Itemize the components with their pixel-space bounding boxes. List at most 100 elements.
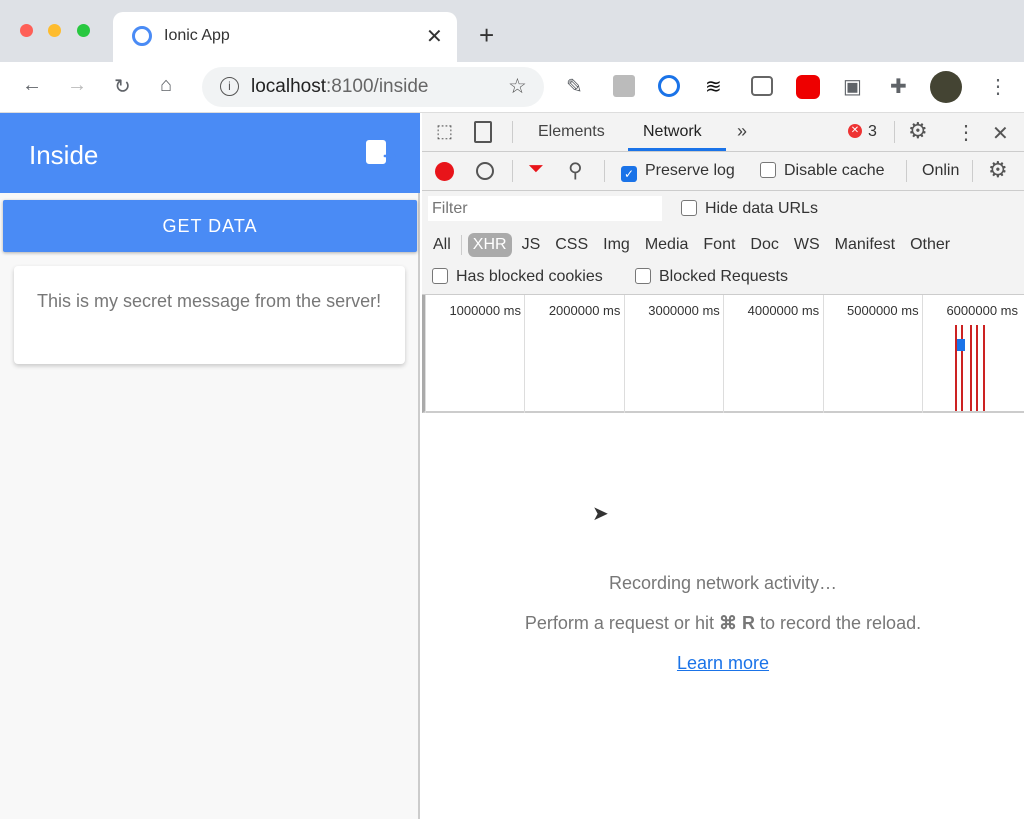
timeline-event-marker [983,325,985,411]
type-filter-doc[interactable]: Doc [745,233,783,257]
empty-state: Recording network activity… Perform a re… [422,563,1024,683]
more-options-icon[interactable]: ⋮ [956,120,976,145]
bookmark-star-icon[interactable]: ☆ [508,74,527,99]
timeline-request-bar [957,339,965,351]
divider [972,160,973,182]
forward-icon[interactable]: → [67,74,87,97]
network-toolbar: ⏷ ⚲ ✓ Preserve log Disable cache Onlin ⚙ [422,152,1024,191]
home-icon[interactable]: ⌂ [160,74,172,97]
timeline-event-marker [970,325,972,411]
reload-hint: Perform a request or hit ⌘ R to record t… [422,603,1024,643]
clear-icon[interactable] [476,162,494,180]
avatar[interactable] [930,71,962,103]
timeline-tick: 4000000 ms [723,295,822,413]
type-filter-img[interactable]: Img [598,233,635,257]
close-tab-icon[interactable]: ✕ [426,24,443,49]
ionic-favicon-icon [132,26,152,46]
extension-icon[interactable] [613,75,635,97]
active-tab-indicator [628,148,726,151]
back-icon[interactable]: ← [22,74,42,97]
new-tab-icon[interactable]: + [479,20,494,51]
timeline-tick: 5000000 ms [822,295,922,413]
filter-bar: Hide data URLs All XHRJSCSSImgMediaFontDo… [422,191,1024,295]
disable-cache-checkbox[interactable]: Disable cache [760,162,885,180]
message-card: This is my secret message from the serve… [14,266,405,364]
mouse-cursor-icon: ➤ [592,503,609,525]
extension-icon[interactable]: ✎ [566,74,583,99]
hint-text: Perform a request or hit [524,613,714,633]
hide-data-urls-label: Hide data URLs [705,200,818,217]
extensions-puzzle-icon[interactable]: ✚ [890,74,907,99]
network-settings-icon[interactable]: ⚙ [988,157,1008,183]
divider [512,160,513,182]
devtools-tab-bar: ⬚ Elements Network » ✕ 3 ⚙ ⋮ ✕ [422,113,1024,152]
type-filter-all[interactable]: All [428,233,456,257]
url-path: :8100/inside [326,76,429,97]
filter-input[interactable] [428,196,662,221]
network-overview-timeline[interactable]: 1000000 ms 2000000 ms 3000000 ms 4000000 ms… [422,295,1024,413]
maximize-window-button[interactable] [77,24,90,37]
close-devtools-icon[interactable]: ✕ [992,121,1009,146]
device-toolbar-icon[interactable] [474,121,492,143]
menu-icon[interactable]: ⋮ [988,74,1008,99]
timeline-tick: 1000000 ms [425,295,524,413]
timeline-event-marker [955,325,957,411]
close-window-button[interactable] [20,24,33,37]
adblock-icon[interactable] [796,75,820,99]
type-filter-css[interactable]: CSS [550,233,593,257]
page-title: Inside [29,140,99,170]
hint-text: to record the reload. [760,613,922,633]
timeline-event-marker [976,325,978,411]
get-data-button[interactable]: GET DATA [3,200,417,252]
browser-tab[interactable]: Ionic App ✕ [113,12,457,62]
error-count[interactable]: 3 [868,123,877,141]
has-blocked-cookies-checkbox[interactable]: Has blocked cookies [432,268,603,286]
buffer-icon[interactable]: ≋ [705,74,722,99]
error-icon[interactable]: ✕ [848,124,862,138]
preserve-log-checkbox[interactable]: ✓ Preserve log [621,162,735,182]
tab-title: Ionic App [164,27,230,44]
url-host: localhost [251,76,326,97]
tab-elements[interactable]: Elements [538,123,605,141]
app-viewport: Inside ➜ GET DATA This is my secret mess… [0,113,420,819]
tab-strip: Ionic App ✕ + [0,0,1024,62]
divider [460,235,462,255]
record-button[interactable] [435,162,454,181]
type-filter-media[interactable]: Media [640,233,694,257]
disable-cache-label: Disable cache [784,162,885,179]
type-filter-ws[interactable]: WS [789,233,825,257]
recording-text: Recording network activity… [608,573,838,593]
app-header: Inside ➜ [0,113,420,193]
more-tabs-icon[interactable]: » [737,121,747,142]
divider [906,160,907,182]
type-filter-manifest[interactable]: Manifest [830,233,900,257]
learn-more-link[interactable]: Learn more [677,653,769,673]
extension-icon[interactable]: ▣ [843,74,862,99]
type-filter-xhr[interactable]: XHR [467,233,512,257]
divider [604,160,605,182]
resource-type-filters: All XHR JS CSS Img Media Font Doc WS Manifest Othe… [428,233,960,257]
timeline-tick: 3000000 ms [623,295,723,413]
logout-icon[interactable]: ➜ [366,140,396,165]
timeline-event-marker [961,325,963,411]
divider [894,121,895,143]
type-filter-js[interactable]: JS [517,233,546,257]
type-filter-other[interactable]: Other [905,233,955,257]
tab-network[interactable]: Network [643,123,702,141]
has-blocked-cookies-label: Has blocked cookies [456,268,603,285]
preserve-log-label: Preserve log [645,162,735,179]
settings-icon[interactable]: ⚙ [908,118,928,144]
address-bar[interactable]: i localhost:8100/inside ☆ [202,67,544,107]
type-filter-font[interactable]: Font [698,233,740,257]
throttling-select[interactable]: Onlin [922,162,959,180]
inspect-element-icon[interactable]: ⬚ [436,121,453,142]
search-icon[interactable]: ⚲ [568,158,583,183]
reload-icon[interactable]: ↻ [114,74,131,99]
pocket-icon[interactable] [751,76,773,96]
filter-icon[interactable]: ⏷ [528,158,544,181]
blocked-requests-checkbox[interactable]: Blocked Requests [635,268,788,286]
hide-data-urls-checkbox[interactable]: Hide data URLs [681,200,818,218]
info-icon[interactable]: i [220,77,239,96]
password-manager-icon[interactable] [658,75,680,97]
minimize-window-button[interactable] [48,24,61,37]
